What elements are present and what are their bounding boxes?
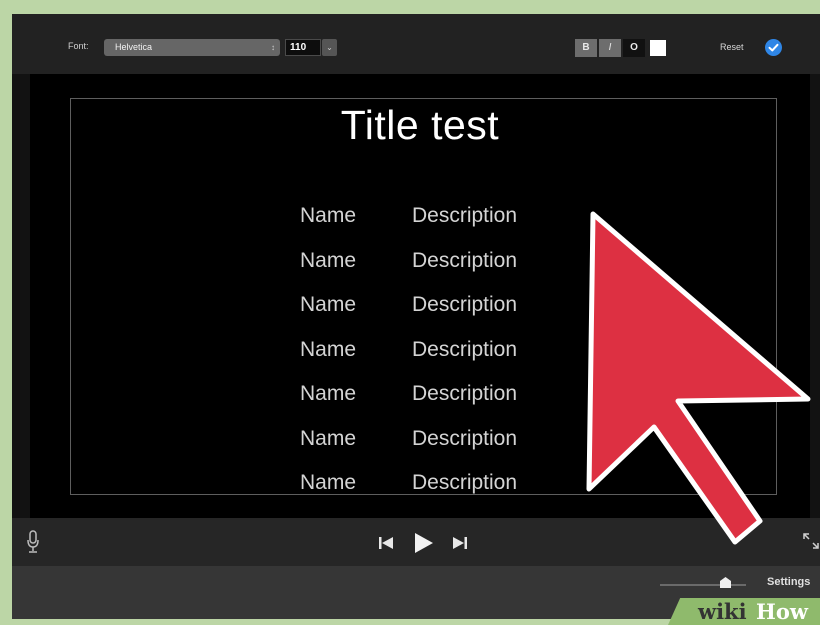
credit-name[interactable]: Name xyxy=(300,382,356,406)
wikihow-watermark: wiki How xyxy=(668,598,820,625)
credit-row: Name Description xyxy=(300,338,560,383)
skip-back-icon[interactable] xyxy=(378,536,394,550)
credit-name[interactable]: Name xyxy=(300,427,356,451)
credit-description[interactable]: Description xyxy=(412,204,517,228)
font-select[interactable]: Helvetica ↕ xyxy=(104,39,280,56)
playback-controls xyxy=(12,518,820,566)
style-button-group: B I O xyxy=(575,39,666,57)
microphone-icon[interactable] xyxy=(26,530,40,554)
outline-button[interactable]: O xyxy=(623,39,645,57)
credit-row: Name Description xyxy=(300,204,560,249)
title-text[interactable]: Title test xyxy=(30,102,810,149)
chevron-down-icon[interactable]: ⌄ xyxy=(322,39,337,56)
credit-row: Name Description xyxy=(300,427,560,472)
image-frame: Font: Helvetica ↕ 110 ⌄ B I O Reset Titl… xyxy=(0,0,820,625)
updown-arrows-icon: ↕ xyxy=(271,43,275,52)
credit-row: Name Description xyxy=(300,382,560,427)
watermark-wiki-text: wiki xyxy=(698,599,747,624)
checkmark-icon[interactable] xyxy=(765,39,782,56)
credit-description[interactable]: Description xyxy=(412,471,517,495)
watermark-how-text: How xyxy=(756,599,808,624)
zoom-slider-track[interactable] xyxy=(660,584,746,586)
credit-name[interactable]: Name xyxy=(300,293,356,317)
skip-forward-icon[interactable] xyxy=(452,536,468,550)
play-icon[interactable] xyxy=(412,532,434,554)
credit-description[interactable]: Description xyxy=(412,338,517,362)
font-label: Font: xyxy=(68,41,89,51)
text-color-swatch[interactable] xyxy=(650,40,666,56)
imovie-window: Font: Helvetica ↕ 110 ⌄ B I O Reset Titl… xyxy=(12,14,820,619)
credit-description[interactable]: Description xyxy=(412,382,517,406)
font-select-value: Helvetica xyxy=(115,42,153,52)
credit-row: Name Description xyxy=(300,471,560,516)
credit-description[interactable]: Description xyxy=(412,249,517,273)
credit-name[interactable]: Name xyxy=(300,471,356,495)
credit-row: Name Description xyxy=(300,249,560,294)
credit-name[interactable]: Name xyxy=(300,249,356,273)
zoom-slider-knob[interactable] xyxy=(720,577,731,588)
italic-button[interactable]: I xyxy=(599,39,621,57)
video-viewer: Title test Name Description Name Descrip… xyxy=(30,74,810,518)
fullscreen-icon[interactable] xyxy=(802,532,820,550)
credit-description[interactable]: Description xyxy=(412,293,517,317)
credit-description[interactable]: Description xyxy=(412,427,517,451)
reset-button[interactable]: Reset xyxy=(720,42,744,52)
title-toolbar: Font: Helvetica ↕ 110 ⌄ B I O Reset xyxy=(12,14,820,74)
bold-button[interactable]: B xyxy=(575,39,597,57)
credit-row: Name Description xyxy=(300,293,560,338)
credit-name[interactable]: Name xyxy=(300,338,356,362)
credits-list: Name Description Name Description Name D… xyxy=(300,204,560,516)
credit-name[interactable]: Name xyxy=(300,204,356,228)
font-size-field[interactable]: 110 xyxy=(285,39,321,56)
settings-button[interactable]: Settings xyxy=(767,576,810,588)
